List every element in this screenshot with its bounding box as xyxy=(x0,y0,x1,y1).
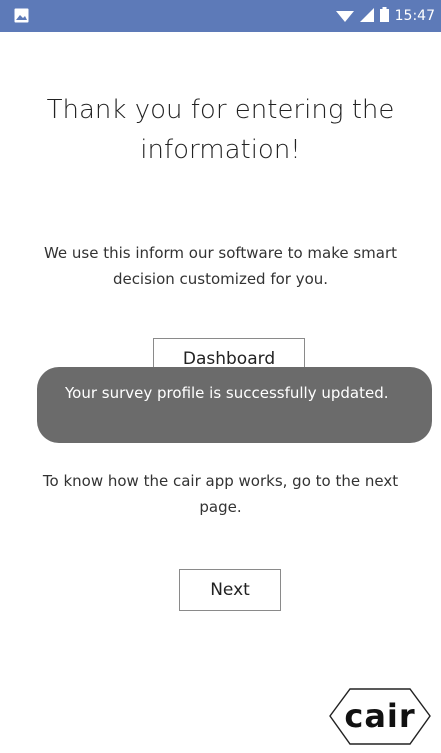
logo-text: cair xyxy=(344,697,416,735)
page-title: Thank you for entering the information! xyxy=(46,95,395,165)
cair-logo: cair xyxy=(328,687,432,747)
signal-icon xyxy=(359,7,374,26)
next-button[interactable]: Next xyxy=(179,569,281,611)
status-bar: 15:47 xyxy=(0,0,441,32)
toast-message: Your survey profile is successfully upda… xyxy=(37,367,432,443)
status-indicators: 15:47 xyxy=(335,0,435,32)
battery-icon xyxy=(379,6,389,26)
status-time: 15:47 xyxy=(394,8,435,24)
info-text: To know how the cair app works, go to th… xyxy=(42,472,399,516)
image-icon xyxy=(14,8,29,23)
description-text: We use this inform our software to make … xyxy=(43,244,398,288)
wifi-icon xyxy=(335,7,354,26)
